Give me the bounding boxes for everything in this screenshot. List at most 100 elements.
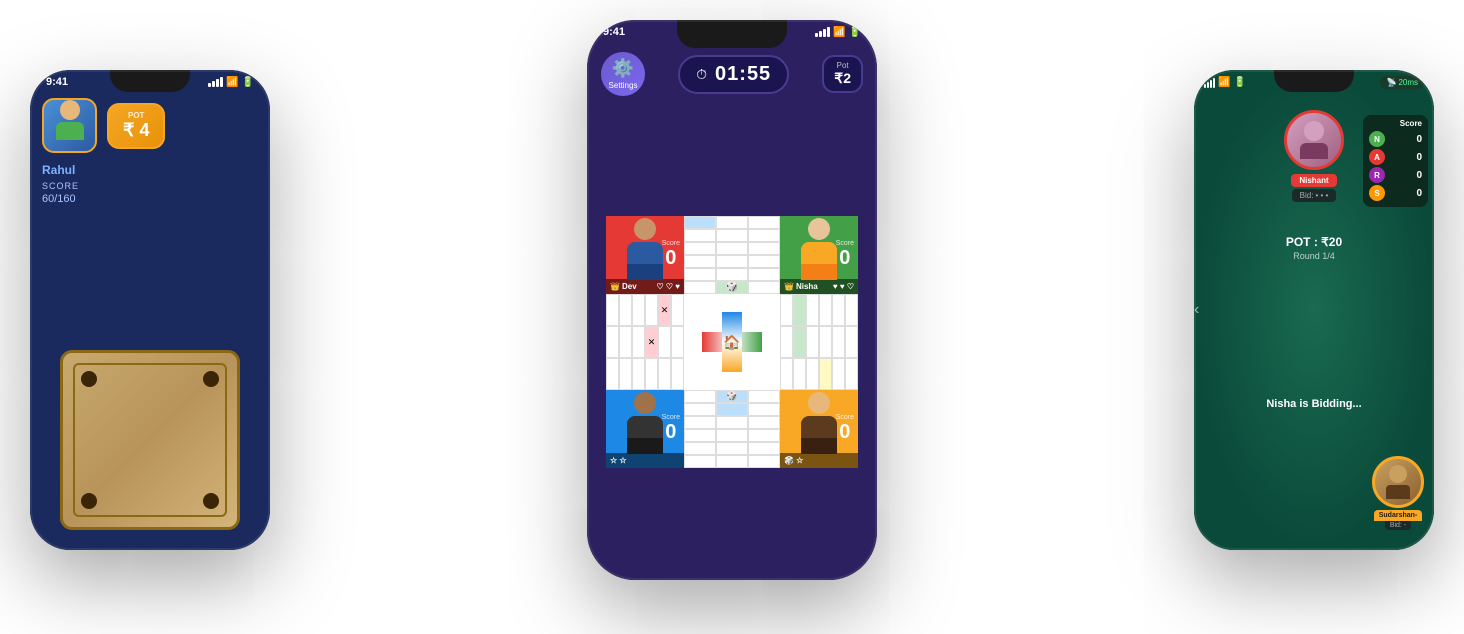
path-cell — [684, 390, 716, 403]
wifi-icon: 📶 — [833, 27, 845, 38]
nisha-head — [808, 218, 830, 240]
yellow-dice: 🎲 ☆ — [784, 456, 803, 465]
wifi-icon: 📶 — [226, 77, 238, 88]
path-cell — [671, 358, 684, 390]
path-cell — [658, 326, 671, 358]
path-cell — [832, 294, 845, 326]
path-cell: ✕ — [658, 294, 671, 326]
sudarshan-player: Sudarshan- Bid: - — [1372, 456, 1424, 530]
red-player-section: Score 0 👑 Dev ♡ ♡ ♥ — [606, 216, 684, 294]
carrom-hole-bl — [81, 493, 97, 509]
score-r: 0 — [1416, 170, 1422, 181]
path-cell — [619, 326, 632, 358]
path-cell — [684, 229, 716, 242]
path-cell — [684, 268, 716, 281]
path-cell — [845, 358, 858, 390]
dev-legs — [627, 264, 663, 280]
blue-player-section: Score 0 ☆ ☆ — [606, 390, 684, 468]
dev-name: Dev — [622, 282, 637, 291]
blue-score-label: Score — [662, 414, 680, 421]
path-cell — [716, 255, 748, 268]
score-panel: Score N 0 A 0 R 0 S 0 — [1363, 115, 1428, 207]
path-cell: 🎲 — [716, 281, 748, 294]
yellow-head — [808, 392, 830, 414]
pot-info: POT : ₹20 Round 1/4 — [1286, 235, 1342, 261]
left-phone: 9:41 📶 🔋 — [30, 70, 270, 550]
sudarshan-name-badge: Sudarshan- — [1374, 510, 1423, 521]
nishant-bid-value: • • • — [1315, 191, 1328, 200]
right-status-left: 📶 🔋 — [1204, 77, 1246, 88]
nisha-score-label: Score — [836, 240, 854, 247]
path-cell: 🎲 — [716, 390, 748, 403]
pot-display: POT ₹ 4 — [107, 103, 165, 149]
left-notch — [110, 70, 190, 92]
yellow-player-section: Score 0 🎲 ☆ — [780, 390, 858, 468]
path-cell — [793, 326, 806, 358]
path-cell — [716, 455, 748, 468]
dev-score-label: Score — [662, 240, 680, 247]
nisha-score-value: 0 — [836, 247, 854, 270]
path-cell — [748, 229, 780, 242]
player-avatar — [42, 98, 97, 153]
carrom-screen: 9:41 📶 🔋 — [30, 70, 270, 550]
yellow-body — [801, 416, 837, 438]
left-time: 9:41 — [46, 76, 68, 88]
settings-button[interactable]: ⚙️ Settings — [601, 52, 645, 96]
score-label: SCORE — [30, 179, 270, 193]
sudarshan-bid-label: Bid: — [1390, 522, 1402, 529]
star-icon: 🏠 — [723, 334, 740, 351]
path-cell — [716, 229, 748, 242]
blue-head — [634, 392, 656, 414]
path-cell — [793, 358, 806, 390]
gear-icon: ⚙️ — [612, 58, 634, 79]
blue-score-value: 0 — [662, 421, 680, 444]
cross-shape: 🏠 — [702, 312, 762, 372]
path-cell — [671, 326, 684, 358]
battery-icon: 🔋 — [242, 77, 254, 88]
ludo-header: ⚙️ Settings ⏱ 01:55 Pot ₹2 — [587, 44, 877, 104]
battery-icon: 🔋 — [1233, 77, 1245, 88]
right-phone: 📶 🔋 📡 20ms Score N 0 — [1194, 70, 1434, 550]
path-cell — [806, 326, 819, 358]
path-cell — [645, 294, 658, 326]
sudarshan-bid-badge: Bid: - — [1385, 521, 1411, 530]
nishant-bid-badge: Bid: • • • — [1292, 189, 1337, 202]
sudarshan-avatar — [1372, 456, 1424, 508]
signal-icon — [815, 27, 830, 37]
avatar-head — [60, 100, 80, 120]
pot-badge-label: Pot — [834, 61, 851, 70]
score-row-r: R 0 — [1369, 167, 1422, 183]
green-player-section: Score 0 👑 Nisha ♥ ♥ ♡ — [780, 216, 858, 294]
sudarshan-head — [1389, 465, 1407, 483]
timer-icon: ⏱ — [696, 66, 707, 83]
avatar-figure — [45, 98, 95, 153]
score-s: 0 — [1416, 188, 1422, 199]
path-cell — [748, 403, 780, 416]
nishant-head — [1304, 121, 1324, 141]
center-time: 9:41 — [603, 26, 625, 38]
path-cell — [716, 416, 748, 429]
ludo-path-top: 🎲 — [684, 216, 780, 294]
nishant-bid-label: Bid: — [1300, 191, 1314, 200]
sudarshan-figure — [1386, 465, 1410, 499]
path-cell — [748, 416, 780, 429]
score-panel-title: Score — [1369, 119, 1422, 128]
path-cell — [684, 242, 716, 255]
dev-head — [634, 218, 656, 240]
card-screen: 📶 🔋 📡 20ms Score N 0 — [1194, 70, 1434, 550]
bidding-text: Nisha is Bidding... — [1266, 398, 1361, 410]
crown-icon: 👑 — [784, 282, 794, 291]
chevron-left-icon[interactable]: ‹ — [1194, 301, 1199, 319]
path-cell — [832, 358, 845, 390]
carrom-board-area — [50, 350, 250, 550]
x-mark: ✕ — [659, 295, 670, 325]
path-cell — [671, 294, 684, 326]
path-cell — [716, 442, 748, 455]
path-cell — [716, 216, 748, 229]
ludo-quad-red: Score 0 👑 Dev ♡ ♡ ♥ — [606, 216, 684, 294]
player-name: Rahul — [30, 161, 270, 179]
yellow-legs — [801, 438, 837, 454]
path-cell — [684, 216, 716, 229]
path-cell — [684, 416, 716, 429]
blue-score-display: Score 0 — [662, 414, 680, 444]
